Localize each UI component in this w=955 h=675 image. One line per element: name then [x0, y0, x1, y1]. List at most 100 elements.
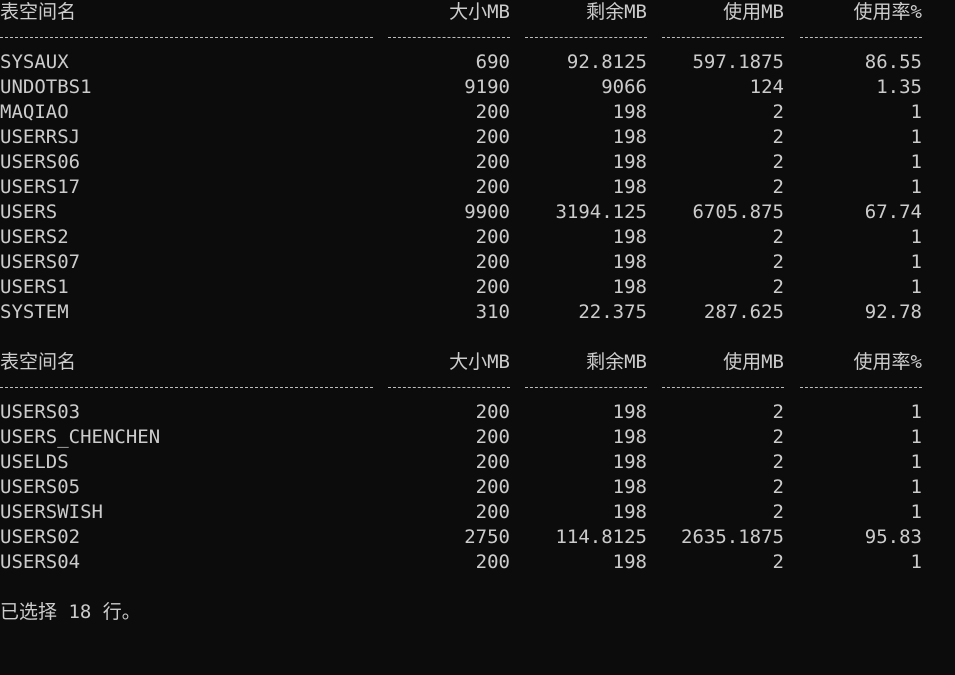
header-tablespace-name: 表空间名: [0, 1, 77, 23]
usage-percent: 1: [910, 151, 922, 173]
separator: [662, 387, 784, 388]
size-mb: 690: [475, 51, 510, 73]
table-row: USERS04 200 198 2 1: [0, 550, 955, 575]
tablespace-name: USERS: [0, 201, 58, 223]
used-mb: 2: [772, 251, 784, 273]
free-mb: 92.8125: [566, 51, 647, 73]
table-row: UNDOTBS1 9190 9066 124 1.35: [0, 75, 955, 100]
tablespace-name: USELDS: [0, 451, 69, 473]
usage-percent: 92.78: [864, 301, 922, 323]
used-mb: 2: [772, 226, 784, 248]
used-mb: 2: [772, 276, 784, 298]
tablespace-name: USERS17: [0, 176, 81, 198]
free-mb: 198: [612, 276, 647, 298]
size-mb: 200: [475, 226, 510, 248]
size-mb: 9900: [464, 201, 510, 223]
size-mb: 200: [475, 476, 510, 498]
used-mb: 2: [772, 176, 784, 198]
usage-percent: 1: [910, 551, 922, 573]
table-row: USERS 9900 3194.125 6705.875 67.74: [0, 200, 955, 225]
usage-percent: 1: [910, 451, 922, 473]
free-mb: 198: [612, 501, 647, 523]
free-mb: 114.8125: [555, 526, 647, 548]
separator: [662, 37, 784, 38]
free-mb: 3194.125: [555, 201, 647, 223]
table-row: USERRSJ 200 198 2 1: [0, 125, 955, 150]
table-row: USERS06 200 198 2 1: [0, 150, 955, 175]
tablespace-name: UNDOTBS1: [0, 76, 92, 98]
usage-percent: 1: [910, 476, 922, 498]
usage-percent: 1: [910, 176, 922, 198]
usage-percent: 1.35: [876, 76, 922, 98]
header-tablespace-name: 表空间名: [0, 351, 77, 373]
used-mb: 2: [772, 151, 784, 173]
separator: [800, 37, 922, 38]
header-row: 表空间名 大小MB 剩余MB 使用MB 使用率%: [0, 350, 955, 375]
size-mb: 200: [475, 251, 510, 273]
usage-percent: 67.74: [864, 201, 922, 223]
separator: [525, 37, 647, 38]
table-row: USERS_CHENCHEN 200 198 2 1: [0, 425, 955, 450]
size-mb: 2750: [464, 526, 510, 548]
table-row: USERS2 200 198 2 1: [0, 225, 955, 250]
tablespace-name: USERS05: [0, 476, 81, 498]
tablespace-name: USERRSJ: [0, 126, 81, 148]
header-free-mb: 剩余MB: [586, 1, 647, 23]
table-row: USERSWISH 200 198 2 1: [0, 500, 955, 525]
free-mb: 198: [612, 251, 647, 273]
free-mb: 198: [612, 151, 647, 173]
header-used-mb: 使用MB: [723, 1, 784, 23]
free-mb: 198: [612, 401, 647, 423]
free-mb: 198: [612, 176, 647, 198]
tablespace-name: SYSTEM: [0, 301, 69, 323]
free-mb: 198: [612, 126, 647, 148]
terminal-console[interactable]: 表空间名 大小MB 剩余MB 使用MB 使用率% SYSAUX 690 92.812…: [0, 0, 955, 636]
header-size-mb: 大小MB: [449, 1, 510, 23]
used-mb: 2: [772, 401, 784, 423]
tablespace-name: USERS1: [0, 276, 69, 298]
size-mb: 200: [475, 151, 510, 173]
tablespace-name: USERS_CHENCHEN: [0, 426, 161, 448]
usage-percent: 1: [910, 126, 922, 148]
usage-percent: 1: [910, 251, 922, 273]
usage-percent: 1: [910, 276, 922, 298]
used-mb: 2: [772, 551, 784, 573]
separator: [0, 387, 373, 388]
usage-percent: 1: [910, 501, 922, 523]
usage-percent: 95.83: [864, 526, 922, 548]
size-mb: 200: [475, 176, 510, 198]
size-mb: 200: [475, 501, 510, 523]
size-mb: 200: [475, 551, 510, 573]
free-mb: 22.375: [578, 301, 647, 323]
separator: [0, 37, 373, 38]
separator-row: [0, 25, 955, 50]
tablespace-name: USERS02: [0, 526, 81, 548]
free-mb: 198: [612, 451, 647, 473]
header-row: 表空间名 大小MB 剩余MB 使用MB 使用率%: [0, 0, 955, 25]
usage-percent: 1: [910, 226, 922, 248]
tablespace-name: SYSAUX: [0, 51, 69, 73]
used-mb: 2: [772, 501, 784, 523]
table-row: USELDS 200 198 2 1: [0, 450, 955, 475]
used-mb: 597.1875: [692, 51, 784, 73]
used-mb: 124: [749, 76, 784, 98]
size-mb: 200: [475, 451, 510, 473]
free-mb: 198: [612, 551, 647, 573]
table-row: SYSTEM 310 22.375 287.625 92.78: [0, 300, 955, 325]
header-free-mb: 剩余MB: [586, 351, 647, 373]
table-row: USERS02 2750 114.8125 2635.1875 95.83: [0, 525, 955, 550]
usage-percent: 1: [910, 401, 922, 423]
tablespace-name: USERS04: [0, 551, 81, 573]
used-mb: 6705.875: [692, 201, 784, 223]
used-mb: 2: [772, 126, 784, 148]
used-mb: 2: [772, 451, 784, 473]
tablespace-name: MAQIAO: [0, 101, 69, 123]
free-mb: 198: [612, 426, 647, 448]
table-row: USERS07 200 198 2 1: [0, 250, 955, 275]
tablespace-name: USERSWISH: [0, 501, 103, 523]
usage-percent: 86.55: [864, 51, 922, 73]
table-row: SYSAUX 690 92.8125 597.1875 86.55: [0, 50, 955, 75]
usage-percent: 1: [910, 426, 922, 448]
